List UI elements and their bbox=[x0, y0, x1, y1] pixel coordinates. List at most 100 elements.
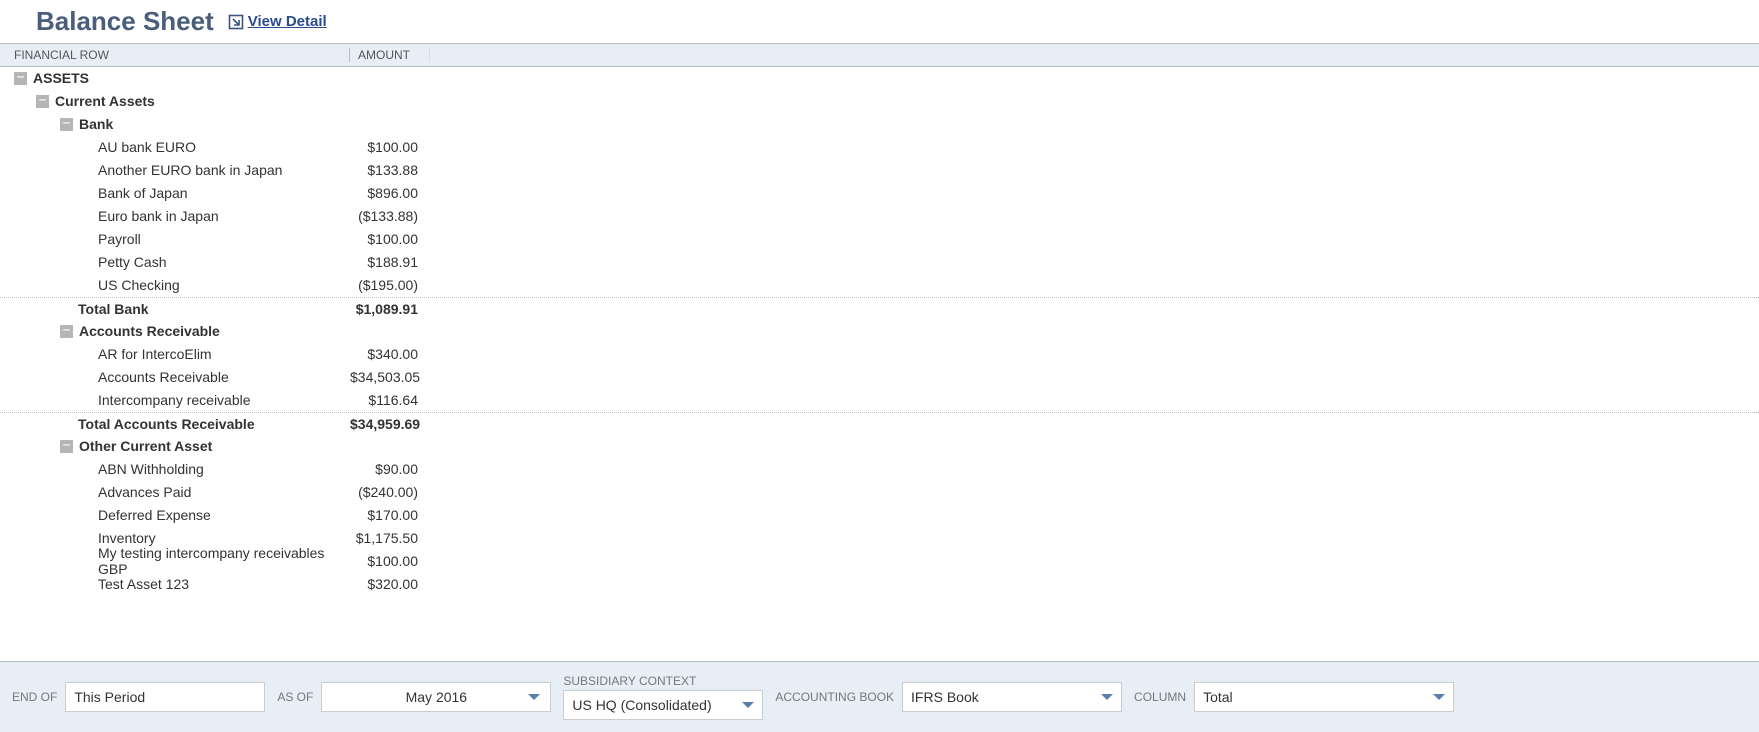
table-row[interactable]: Another EURO bank in Japan $133.88 bbox=[0, 159, 1759, 182]
table-row[interactable]: Petty Cash $188.91 bbox=[0, 251, 1759, 274]
table-row[interactable]: US Checking ($195.00) bbox=[0, 274, 1759, 297]
row-amount: ($195.00) bbox=[350, 277, 424, 293]
table-row[interactable]: AU bank EURO $100.00 bbox=[0, 136, 1759, 159]
row-amount: $90.00 bbox=[350, 461, 424, 477]
column-value: Total bbox=[1203, 689, 1233, 705]
row-amount: $116.64 bbox=[350, 392, 424, 408]
table-row[interactable]: Euro bank in Japan ($133.88) bbox=[0, 205, 1759, 228]
subsidiary-select[interactable]: US HQ (Consolidated) bbox=[563, 690, 763, 720]
end-of-label: END OF bbox=[12, 690, 57, 704]
row-label: AR for IntercoElim bbox=[98, 346, 212, 362]
collapse-icon[interactable]: − bbox=[36, 95, 49, 108]
subsidiary-value: US HQ (Consolidated) bbox=[572, 697, 711, 713]
column-label: COLUMN bbox=[1134, 690, 1186, 704]
row-amount: $320.00 bbox=[350, 576, 424, 592]
collapse-icon[interactable]: − bbox=[60, 118, 73, 131]
collapse-icon[interactable]: − bbox=[60, 440, 73, 453]
row-label: Advances Paid bbox=[98, 484, 191, 500]
column-header-amount[interactable]: AMOUNT bbox=[350, 48, 430, 62]
row-label: Intercompany receivable bbox=[98, 392, 251, 408]
column-select[interactable]: Total bbox=[1194, 682, 1454, 712]
row-label: Total Bank bbox=[78, 301, 149, 317]
view-detail-link[interactable]: View Detail bbox=[228, 13, 327, 30]
column-control: COLUMN Total bbox=[1134, 682, 1454, 712]
row-label: US Checking bbox=[98, 277, 180, 293]
column-header-name[interactable]: FINANCIAL ROW bbox=[0, 48, 350, 62]
chevron-down-icon bbox=[1433, 694, 1445, 700]
row-label: Bank of Japan bbox=[98, 185, 188, 201]
row-label: Other Current Asset bbox=[79, 438, 212, 454]
row-amount: $133.88 bbox=[350, 162, 424, 178]
table-row[interactable]: Intercompany receivable $116.64 bbox=[0, 389, 1759, 412]
subsidiary-label: SUBSIDIARY CONTEXT bbox=[563, 674, 763, 688]
book-label: ACCOUNTING BOOK bbox=[775, 690, 894, 704]
as-of-control: AS OF May 2016 bbox=[277, 682, 551, 712]
row-current-assets[interactable]: − Current Assets bbox=[0, 90, 1759, 113]
column-headers: FINANCIAL ROW AMOUNT bbox=[0, 44, 1759, 67]
page-title: Balance Sheet bbox=[36, 6, 214, 37]
row-label: Euro bank in Japan bbox=[98, 208, 219, 224]
book-control: ACCOUNTING BOOK IFRS Book bbox=[775, 682, 1122, 712]
row-label: Current Assets bbox=[55, 93, 155, 109]
end-of-control: END OF bbox=[12, 682, 265, 712]
table-row[interactable]: Accounts Receivable $34,503.05 bbox=[0, 366, 1759, 389]
report-body: − ASSETS − Current Assets − Bank AU bank… bbox=[0, 67, 1759, 656]
row-amount: $340.00 bbox=[350, 346, 424, 362]
row-amount: $34,959.69 bbox=[350, 416, 426, 432]
row-amount: $100.00 bbox=[350, 231, 424, 247]
row-label: Another EURO bank in Japan bbox=[98, 162, 282, 178]
row-other-header[interactable]: − Other Current Asset bbox=[0, 435, 1759, 458]
table-row[interactable]: Bank of Japan $896.00 bbox=[0, 182, 1759, 205]
row-amount: $1,089.91 bbox=[350, 301, 424, 317]
row-bank-total[interactable]: Total Bank $1,089.91 bbox=[0, 297, 1759, 320]
footer-bar: END OF AS OF May 2016 SUBSIDIARY CONTEXT… bbox=[0, 661, 1759, 732]
as-of-label: AS OF bbox=[277, 690, 313, 704]
row-amount: $100.00 bbox=[350, 139, 424, 155]
end-of-input[interactable] bbox=[65, 682, 265, 712]
view-detail-label: View Detail bbox=[248, 13, 327, 30]
row-label: Accounts Receivable bbox=[98, 369, 229, 385]
row-label: ASSETS bbox=[33, 70, 89, 86]
table-row[interactable]: My testing intercompany receivables GBP … bbox=[0, 550, 1759, 573]
table-row[interactable]: Advances Paid ($240.00) bbox=[0, 481, 1759, 504]
row-amount: $34,503.05 bbox=[350, 369, 426, 385]
row-amount: $188.91 bbox=[350, 254, 424, 270]
collapse-icon[interactable]: − bbox=[14, 72, 27, 85]
row-label: Petty Cash bbox=[98, 254, 166, 270]
collapse-icon[interactable]: − bbox=[60, 325, 73, 338]
row-amount: $170.00 bbox=[350, 507, 424, 523]
row-label: Payroll bbox=[98, 231, 141, 247]
row-amount: ($133.88) bbox=[350, 208, 424, 224]
row-label: Test Asset 123 bbox=[98, 576, 189, 592]
row-ar-header[interactable]: − Accounts Receivable bbox=[0, 320, 1759, 343]
row-label: Deferred Expense bbox=[98, 507, 211, 523]
table-row[interactable]: ABN Withholding $90.00 bbox=[0, 458, 1759, 481]
row-label: My testing intercompany receivables GBP bbox=[98, 545, 350, 577]
chevron-down-icon bbox=[528, 694, 540, 700]
chevron-down-icon bbox=[742, 702, 754, 708]
table-row[interactable]: Deferred Expense $170.00 bbox=[0, 504, 1759, 527]
row-label: Accounts Receivable bbox=[79, 323, 220, 339]
row-ar-total[interactable]: Total Accounts Receivable $34,959.69 bbox=[0, 412, 1759, 435]
enter-icon bbox=[228, 14, 244, 30]
table-row[interactable]: Test Asset 123 $320.00 bbox=[0, 573, 1759, 596]
as-of-select[interactable]: May 2016 bbox=[321, 682, 551, 712]
row-amount: $896.00 bbox=[350, 185, 424, 201]
table-row[interactable]: AR for IntercoElim $340.00 bbox=[0, 343, 1759, 366]
chevron-down-icon bbox=[1101, 694, 1113, 700]
table-row[interactable]: Payroll $100.00 bbox=[0, 228, 1759, 251]
page-header: Balance Sheet View Detail bbox=[0, 0, 1759, 44]
row-label: Inventory bbox=[98, 530, 156, 546]
row-label: AU bank EURO bbox=[98, 139, 196, 155]
book-select[interactable]: IFRS Book bbox=[902, 682, 1122, 712]
row-label: Bank bbox=[79, 116, 113, 132]
as-of-value: May 2016 bbox=[406, 689, 467, 705]
row-amount: $100.00 bbox=[350, 553, 424, 569]
row-label: Total Accounts Receivable bbox=[78, 416, 255, 432]
subsidiary-control: SUBSIDIARY CONTEXT US HQ (Consolidated) bbox=[563, 674, 763, 720]
row-assets[interactable]: − ASSETS bbox=[0, 67, 1759, 90]
row-amount: $1,175.50 bbox=[350, 530, 424, 546]
row-bank-header[interactable]: − Bank bbox=[0, 113, 1759, 136]
row-label: ABN Withholding bbox=[98, 461, 204, 477]
row-amount: ($240.00) bbox=[350, 484, 424, 500]
